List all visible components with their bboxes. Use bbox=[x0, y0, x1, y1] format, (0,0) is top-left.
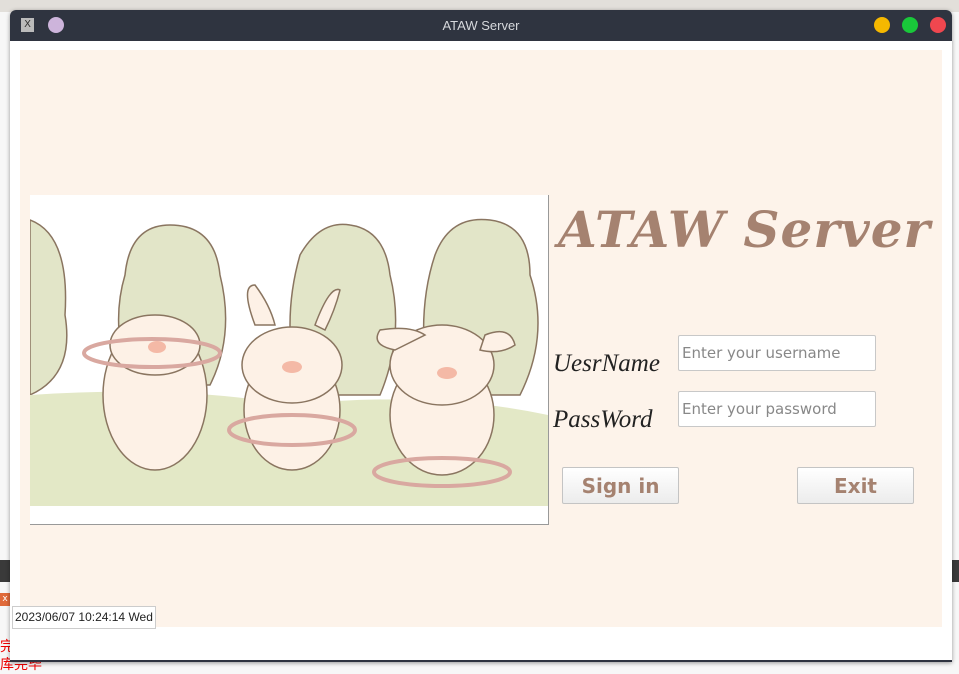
status-datetime: 2023/06/07 10:24:14 Wed bbox=[12, 606, 156, 629]
pig-illustration bbox=[29, 195, 549, 525]
username-input[interactable] bbox=[678, 335, 876, 371]
exit-button[interactable]: Exit bbox=[797, 467, 914, 504]
brand-title: ATAW Server bbox=[558, 200, 931, 259]
login-panel: ATAW Server UesrName PassWord Sign in Ex… bbox=[20, 50, 942, 627]
app-window: X ATAW Server ATAW Server UesrName Enter… bbox=[10, 10, 952, 662]
password-input[interactable] bbox=[678, 391, 876, 427]
sign-in-button[interactable]: Sign in bbox=[562, 467, 679, 504]
background-close-icon: x bbox=[0, 593, 10, 606]
close-button[interactable] bbox=[930, 17, 946, 33]
minimize-button[interactable] bbox=[874, 17, 890, 33]
maximize-button[interactable] bbox=[902, 17, 918, 33]
title-bar[interactable]: X ATAW Server bbox=[10, 10, 952, 41]
username-label: UesrName bbox=[553, 350, 660, 377]
password-label: PassWord bbox=[553, 406, 653, 433]
window-title: ATAW Server bbox=[442, 18, 520, 33]
